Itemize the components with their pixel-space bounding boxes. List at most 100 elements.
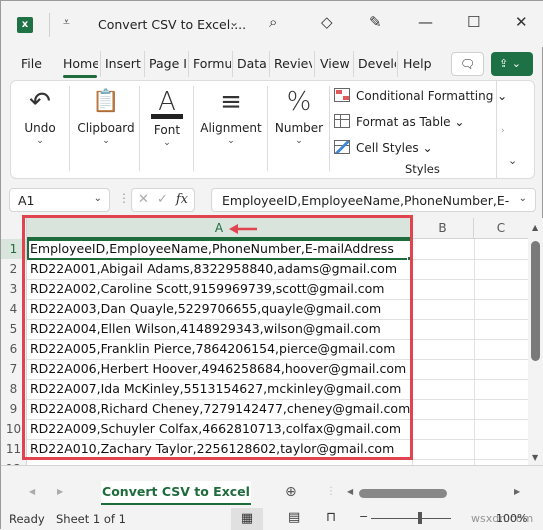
copilot-icon[interactable]: ✎: [369, 13, 382, 31]
tab-insert[interactable]: Insert: [105, 56, 143, 71]
ribbon-separator: [267, 86, 268, 171]
chevron-down-icon[interactable]: ⌄: [94, 193, 102, 204]
sheet-tab-convert-csv[interactable]: Convert CSV to Excel: [101, 481, 251, 505]
tab-separator: [144, 51, 145, 77]
excel-logo-icon: x: [17, 17, 35, 33]
formula-input[interactable]: EmployeeID,EmployeeName,PhoneNumber,E- ⌄: [211, 188, 536, 212]
undo-icon: ↶: [29, 87, 51, 117]
cell-styles-button[interactable]: Cell Styles ⌄: [334, 140, 433, 155]
clipboard-icon: 📋: [92, 89, 120, 114]
page-break-view-button[interactable]: ⊓: [326, 510, 336, 525]
tab-separator: [353, 51, 354, 77]
chevron-down-icon: ⌄: [454, 115, 465, 129]
maximize-button[interactable]: ☐: [467, 13, 480, 31]
tab-formulas[interactable]: Formu: [193, 56, 231, 71]
font-label: Font: [153, 123, 181, 137]
close-button[interactable]: ✕: [515, 13, 528, 31]
column-header-b[interactable]: B: [412, 218, 474, 239]
vertical-scroll-thumb[interactable]: [531, 241, 540, 361]
add-sheet-button[interactable]: ⊕: [285, 484, 297, 500]
tab-separator: [232, 51, 233, 77]
chevron-down-icon: ⌄: [511, 57, 521, 70]
column-divider: [474, 239, 475, 465]
alignment-group[interactable]: ≡ Alignment ⌄: [195, 81, 267, 178]
scroll-down-icon[interactable]: ▼: [532, 453, 538, 462]
undo-label: Undo: [24, 121, 56, 135]
tab-separator: [188, 51, 189, 77]
number-label: Number: [274, 121, 324, 135]
percent-icon: %: [286, 87, 312, 117]
zoom-slider-thumb[interactable]: [418, 512, 422, 524]
cell-styles-icon: [334, 140, 350, 154]
tab-review[interactable]: Reviev: [274, 56, 312, 71]
prev-sheet-icon[interactable]: ◀: [29, 487, 35, 496]
chevron-down-icon: ⌄: [36, 136, 44, 146]
page-layout-view-button[interactable]: ▤: [288, 510, 300, 525]
conditional-formatting-button[interactable]: Conditional Formatting ⌄: [334, 88, 507, 103]
tab-page-layout[interactable]: Page I: [149, 56, 187, 71]
insert-function-icon[interactable]: fx: [176, 189, 188, 211]
scroll-left-icon[interactable]: ◀: [347, 487, 353, 496]
tab-separator: [269, 51, 270, 77]
horizontal-scroll-thumb[interactable]: [359, 489, 447, 498]
tab-data[interactable]: Data: [237, 56, 269, 71]
formula-value: EmployeeID,EmployeeName,PhoneNumber,E-: [222, 193, 510, 208]
chevron-down-icon: ⌄: [102, 136, 110, 146]
tab-help[interactable]: Help: [403, 56, 433, 71]
ribbon-separator: [496, 81, 497, 178]
scroll-up-icon[interactable]: ▲: [532, 223, 538, 232]
sheet-count: Sheet 1 of 1: [56, 512, 126, 526]
format-as-table-button[interactable]: Format as Table ⌄: [334, 114, 464, 129]
share-icon: ⇪: [499, 57, 509, 70]
tab-separator: [100, 51, 101, 77]
ribbon-expand-button[interactable]: ⌄: [508, 154, 517, 167]
customize-qat-icon[interactable]: ⩡: [63, 15, 70, 30]
undo-group[interactable]: ↶ Undo ⌄: [13, 81, 67, 178]
ribbon-separator: [139, 86, 140, 171]
normal-view-button[interactable]: ▦: [231, 508, 263, 530]
share-button[interactable]: ⇪ ⌄: [491, 52, 533, 76]
comments-button[interactable]: 🗨: [451, 52, 484, 76]
clipboard-group[interactable]: 📋 Clipboard ⌄: [71, 81, 141, 178]
conditional-formatting-icon: [334, 88, 350, 102]
expand-formula-icon[interactable]: ⌄: [519, 193, 527, 204]
active-tab-indicator: [63, 75, 97, 78]
annotation-highlight-box: [22, 215, 413, 460]
number-group[interactable]: % Number ⌄: [269, 81, 329, 178]
tab-file[interactable]: File: [21, 56, 46, 71]
ribbon-separator: [193, 86, 194, 171]
column-header-c[interactable]: C: [474, 218, 528, 239]
conditional-formatting-label: Conditional Formatting: [356, 89, 494, 103]
tab-split-handle[interactable]: ⋮: [326, 486, 336, 497]
tab-separator: [397, 51, 398, 77]
search-icon[interactable]: ⌕: [269, 13, 277, 31]
alignment-label: Alignment: [200, 121, 262, 135]
designer-icon[interactable]: ◇: [321, 13, 333, 31]
cancel-icon[interactable]: ✕: [138, 192, 149, 207]
tab-developer[interactable]: Develc: [358, 56, 396, 71]
styles-group-label: Styles: [405, 162, 440, 176]
chevron-down-icon: ⌄: [422, 141, 433, 155]
annotation-arrow-icon: [229, 224, 257, 234]
zoom-out-button[interactable]: −: [359, 510, 368, 523]
next-sheet-icon[interactable]: ▶: [57, 487, 63, 496]
sheet-tab-bar: [1, 465, 543, 507]
align-icon: ≡: [220, 87, 242, 117]
enter-icon[interactable]: ✓: [157, 192, 168, 207]
document-title[interactable]: Convert CSV to Excel....: [98, 17, 246, 32]
format-table-icon: [334, 114, 350, 128]
tab-separator: [314, 51, 315, 77]
scroll-right-icon[interactable]: ▶: [514, 487, 520, 496]
tab-view[interactable]: View: [320, 56, 350, 71]
comment-icon: 🗨: [459, 57, 476, 71]
name-box[interactable]: A1 ⌄: [9, 188, 110, 212]
formula-bar-handle[interactable]: ⋮: [118, 191, 130, 205]
chevron-down-icon[interactable]: ⌄: [229, 15, 239, 29]
minimize-button[interactable]: —: [418, 13, 433, 31]
chevron-down-icon: ⌄: [295, 136, 303, 146]
formula-buttons: ✕ ✓ fx: [131, 188, 195, 212]
tab-home[interactable]: Home: [63, 56, 98, 71]
font-group[interactable]: A Font ⌄: [141, 81, 193, 178]
ribbon-scroll-right-icon[interactable]: ›: [501, 126, 505, 136]
zoom-slider[interactable]: [371, 518, 451, 519]
